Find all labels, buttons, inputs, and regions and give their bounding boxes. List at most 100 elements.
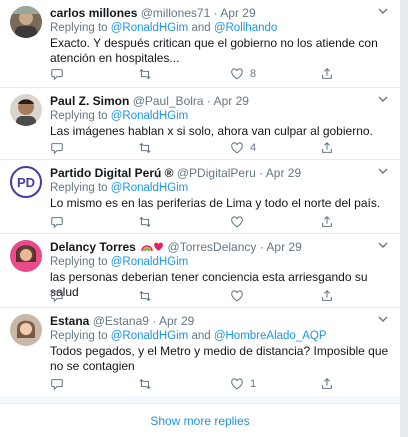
separator: · <box>256 240 267 254</box>
avatar[interactable] <box>10 314 42 346</box>
user-handle[interactable]: @Paul_Bolra <box>133 94 204 108</box>
mention-link[interactable]: @RonaldHGim <box>111 256 189 268</box>
and-word: and <box>188 22 214 34</box>
like-count: 1 <box>250 378 257 390</box>
retweet-button[interactable] <box>138 66 158 82</box>
user-handle[interactable]: @PDigitalPeru <box>177 166 256 180</box>
retweet-icon <box>139 378 151 390</box>
like-button[interactable]: 4 <box>230 140 256 156</box>
reply-button[interactable] <box>50 214 64 230</box>
timestamp[interactable]: Apr 29 <box>266 240 301 254</box>
and-word: and <box>188 330 214 342</box>
share-icon <box>322 142 332 153</box>
mention-link[interactable]: @RonaldHGim <box>111 182 189 194</box>
reply-button[interactable] <box>50 66 70 82</box>
reply-button[interactable] <box>50 140 70 156</box>
separator: · <box>255 166 266 180</box>
heart-emoji-icon <box>153 241 164 251</box>
reply-icon <box>51 69 63 81</box>
avatar[interactable] <box>10 94 42 126</box>
reply-button[interactable] <box>50 288 64 304</box>
timestamp[interactable]: Apr 29 <box>266 166 301 180</box>
user-handle[interactable]: @TorresDelancy <box>168 240 257 254</box>
caret-down-icon[interactable] <box>376 92 390 106</box>
tweet-text: Las imágenes hablan x si solo, ahora van… <box>50 124 373 138</box>
caret-down-icon[interactable] <box>376 4 390 18</box>
mention-link[interactable]: @Rollhando <box>214 22 277 34</box>
reply-button[interactable] <box>50 376 64 392</box>
timestamp[interactable]: Apr 29 <box>220 6 255 20</box>
tweet-text: Lo mismo es en las periferias de Lima y … <box>50 196 381 210</box>
retweet-button[interactable] <box>138 214 152 230</box>
show-more-replies-button[interactable]: Show more replies <box>0 403 400 437</box>
replying-to: Replying to @RonaldHGim and @HombreAlado… <box>50 329 392 343</box>
retweet-button[interactable] <box>138 140 158 156</box>
mention-link[interactable]: @HombreAlado_AQP <box>214 330 327 342</box>
display-name[interactable]: Paul Z. Simon <box>50 94 129 108</box>
retweet-icon <box>139 216 151 228</box>
mention-link[interactable]: @RonaldHGim <box>111 330 189 342</box>
display-name[interactable]: Estana <box>50 314 89 328</box>
tweet-partido-digital[interactable]: PD Partido Digital Perú ® @PDigitalPeru … <box>0 160 400 234</box>
reply-icon <box>51 379 63 391</box>
reply-thread: carlos millones @millones71 · Apr 29 Rep… <box>0 0 401 437</box>
share-button[interactable] <box>320 66 334 82</box>
display-name[interactable]: carlos millones <box>50 6 137 20</box>
reply-icon <box>51 217 63 229</box>
user-handle[interactable]: @millones71 <box>141 6 211 20</box>
like-button[interactable]: 8 <box>230 66 256 82</box>
replying-to: Replying to @RonaldHGim and @Rollhando <box>50 21 392 35</box>
caret-down-icon[interactable] <box>376 312 390 326</box>
retweet-button[interactable] <box>138 288 152 304</box>
like-button[interactable]: 1 <box>230 376 256 392</box>
replying-to: Replying to @RonaldHGim <box>50 255 392 269</box>
share-button[interactable] <box>320 376 334 392</box>
user-handle[interactable]: @Estana9 <box>93 314 149 328</box>
separator: · <box>210 6 221 20</box>
like-button[interactable] <box>230 214 244 230</box>
tweet-paul[interactable]: Paul Z. Simon @Paul_Bolra · Apr 29 Reply… <box>0 88 400 160</box>
replying-to: Replying to @RonaldHGim <box>50 181 392 195</box>
show-more-label: Show more replies <box>150 413 250 428</box>
like-icon <box>231 142 243 154</box>
replying-prefix: Replying to <box>50 182 111 194</box>
replying-to: Replying to @RonaldHGim <box>50 109 392 123</box>
replying-prefix: Replying to <box>50 22 111 34</box>
share-button[interactable] <box>320 214 334 230</box>
timestamp[interactable]: Apr 29 <box>159 314 194 328</box>
avatar[interactable] <box>10 240 42 272</box>
retweet-icon <box>139 68 151 80</box>
share-icon <box>322 68 332 79</box>
like-icon <box>231 378 243 390</box>
share-icon <box>322 378 332 389</box>
like-icon <box>231 68 243 80</box>
share-button[interactable] <box>320 288 334 304</box>
retweet-icon <box>139 290 151 302</box>
like-button[interactable] <box>230 288 244 304</box>
display-name[interactable]: Delancy Torres <box>50 240 136 254</box>
replying-prefix: Replying to <box>50 330 111 342</box>
caret-down-icon[interactable] <box>376 164 390 178</box>
share-button[interactable] <box>320 140 334 156</box>
avatar[interactable] <box>10 6 42 38</box>
tweet-estana[interactable]: Estana @Estana9 · Apr 29 Replying to @Ro… <box>0 308 400 396</box>
avatar[interactable]: PD <box>10 166 42 198</box>
mention-link[interactable]: @RonaldHGim <box>111 110 189 122</box>
like-icon <box>231 216 243 228</box>
retweet-button[interactable] <box>138 376 152 392</box>
reply-icon <box>51 291 63 303</box>
mention-link[interactable]: @RonaldHGim <box>111 22 189 34</box>
replying-prefix: Replying to <box>50 110 111 122</box>
timestamp[interactable]: Apr 29 <box>214 94 249 108</box>
share-icon <box>322 290 332 301</box>
tweet-text: Todos pegados, y el Metro y medio de dis… <box>50 344 389 373</box>
caret-down-icon[interactable] <box>376 238 390 252</box>
separator: · <box>203 94 214 108</box>
like-count: 8 <box>250 68 257 80</box>
tweet-delancy[interactable]: Delancy Torres @TorresDelancy · Apr 29 R… <box>0 234 400 308</box>
tweet-text: Exacto. Y después critican que el gobier… <box>50 36 378 65</box>
tweet-carlos[interactable]: carlos millones @millones71 · Apr 29 Rep… <box>0 0 400 88</box>
avatar-logo-text: PD <box>16 174 36 190</box>
retweet-icon <box>139 142 151 154</box>
display-name[interactable]: Partido Digital Perú ® <box>50 166 174 180</box>
